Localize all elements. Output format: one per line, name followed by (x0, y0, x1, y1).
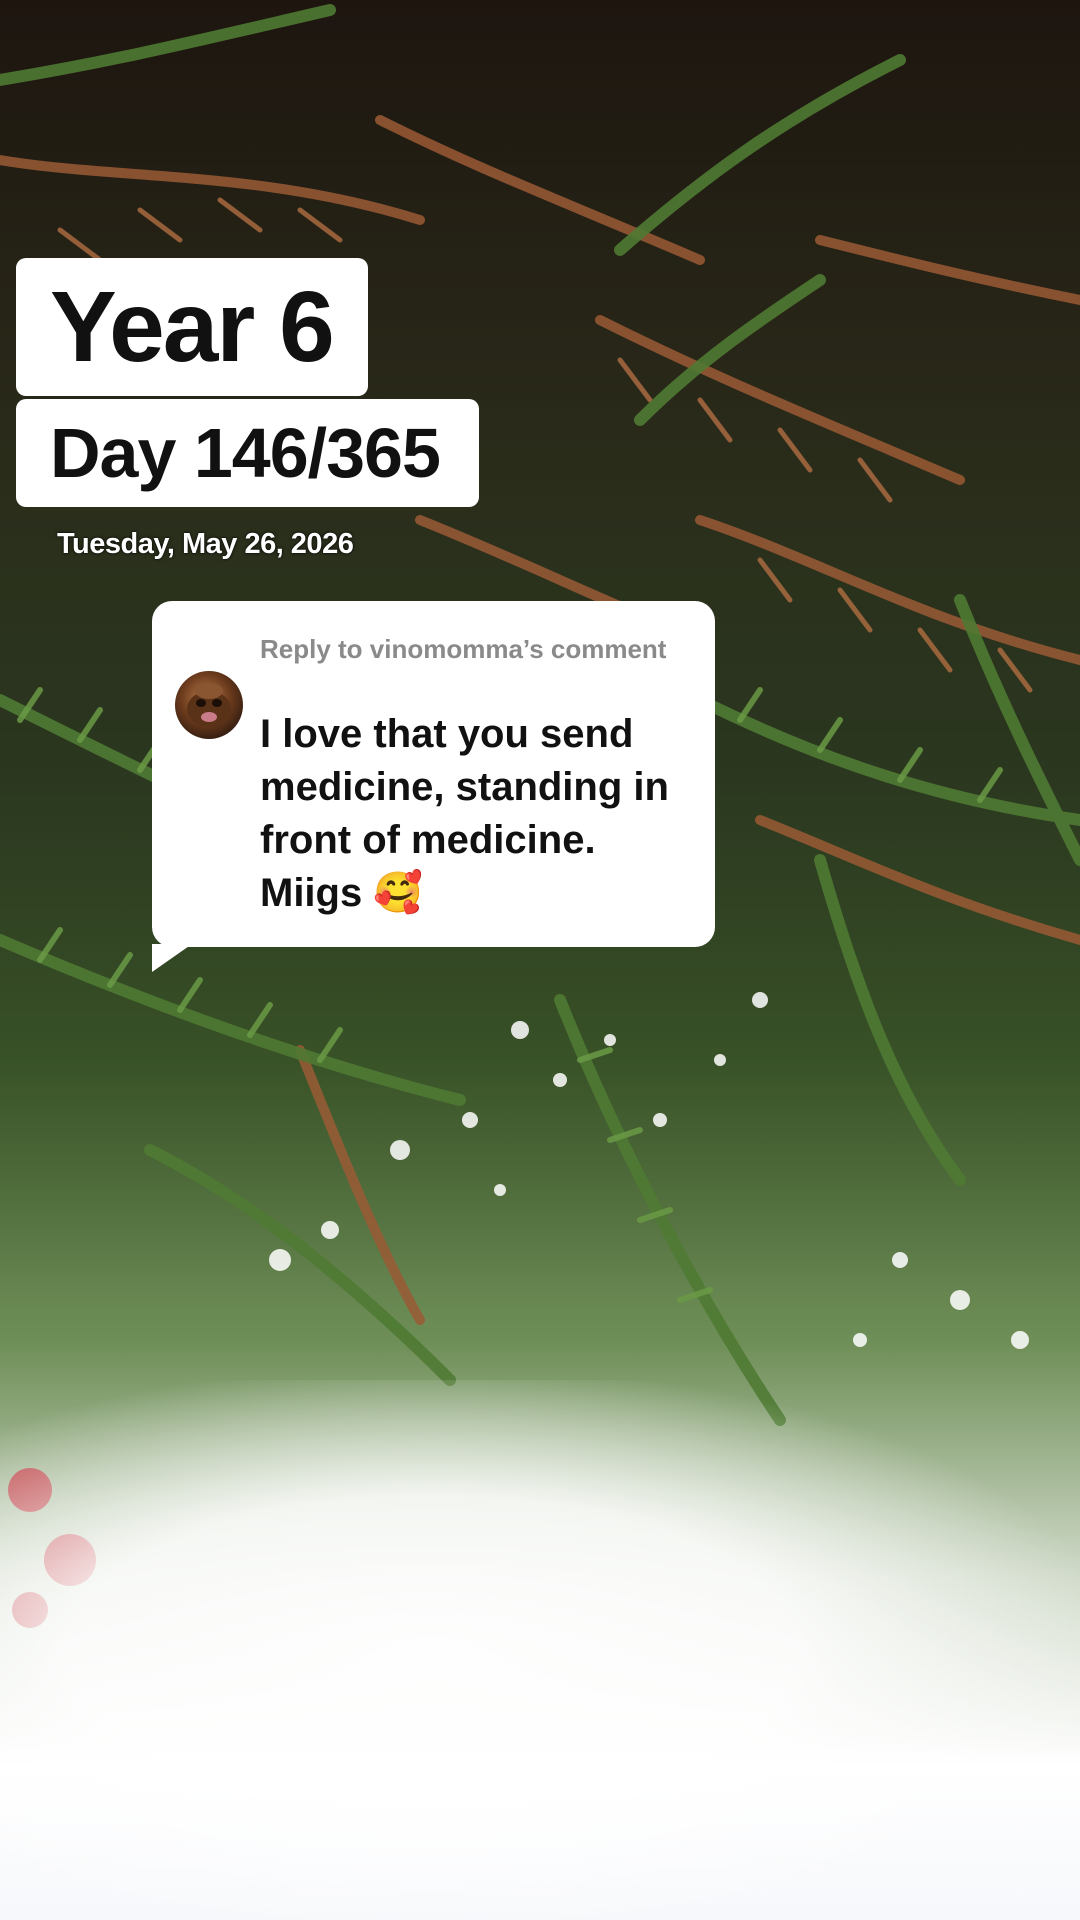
comment-bubble-tail (152, 944, 192, 972)
reply-to-label: Reply to vinomomma’s comment (260, 634, 667, 664)
sunlight-glare (0, 1380, 1080, 1920)
comment-text: I love that you send medicine, standing … (260, 712, 669, 915)
day-counter-label: Day 146/365 (50, 414, 441, 492)
date-caption: Tuesday, May 26, 2026 (57, 528, 354, 560)
video-frame: Year 6 Day 146/365 Tuesday, May 26, 2026… (0, 0, 1080, 1920)
year-sticker: Year 6 (16, 258, 368, 396)
year-label: Year 6 (50, 270, 335, 383)
user-avatar[interactable] (175, 671, 243, 739)
day-sticker: Day 146/365 (16, 399, 479, 507)
avatar-icon (187, 683, 231, 727)
reply-comment-sticker[interactable]: Reply to vinomomma’s comment I love that… (152, 601, 715, 947)
